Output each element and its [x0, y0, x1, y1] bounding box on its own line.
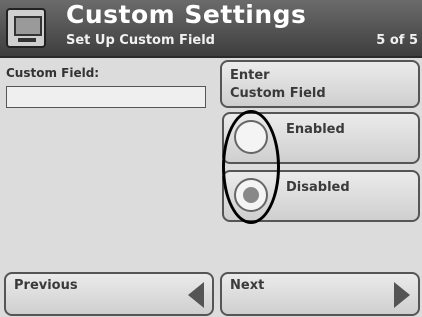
page-subtitle: Set Up Custom Field [66, 33, 215, 48]
enabled-option-button[interactable]: Enabled [222, 112, 420, 164]
monitor-icon [6, 8, 46, 48]
previous-button[interactable]: Previous [4, 272, 214, 316]
enter-custom-field-button[interactable]: Enter Custom Field [220, 60, 420, 108]
monitor-screen [14, 16, 42, 36]
custom-field-input[interactable] [6, 86, 206, 108]
disabled-option-button[interactable]: Disabled [222, 170, 420, 222]
radio-selected-dot [243, 187, 259, 203]
disabled-radio-icon[interactable] [234, 178, 268, 212]
enter-button-label-line1: Enter [230, 68, 270, 83]
previous-label: Previous [14, 278, 78, 293]
custom-field-label: Custom Field: [6, 66, 100, 80]
enabled-radio-icon[interactable] [234, 120, 268, 154]
next-button[interactable]: Next [220, 272, 420, 316]
next-label: Next [230, 278, 265, 293]
page-indicator: 5 of 5 [376, 33, 418, 48]
header-bar: Custom Settings Set Up Custom Field 5 of… [0, 0, 422, 58]
disabled-option-label: Disabled [286, 180, 350, 195]
enabled-option-label: Enabled [286, 122, 345, 137]
page-title: Custom Settings [66, 0, 307, 29]
monitor-base [18, 38, 36, 42]
enter-button-label-line2: Custom Field [230, 86, 326, 101]
arrow-left-icon [188, 282, 204, 308]
arrow-right-icon [394, 282, 410, 308]
screen: Custom Settings Set Up Custom Field 5 of… [0, 0, 422, 317]
